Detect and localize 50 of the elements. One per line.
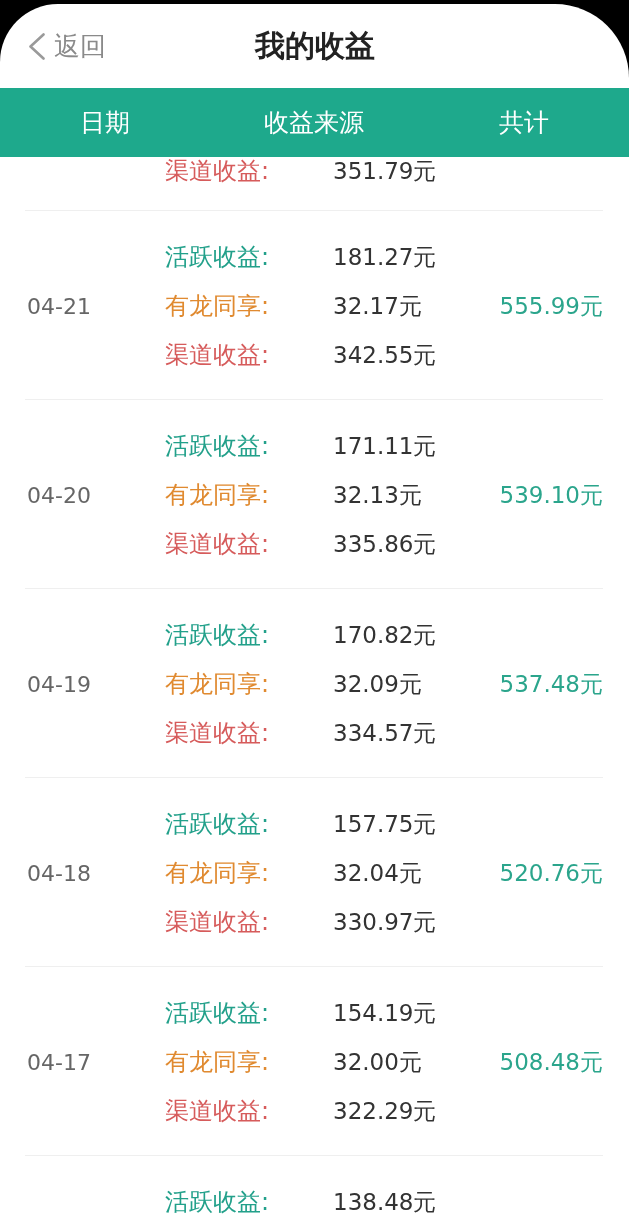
income-source-label: 活跃收益: [165, 1187, 270, 1216]
amount-value: 330.97元 [333, 907, 437, 937]
income-source-label: 有龙同享: [165, 858, 270, 887]
amount-value: 170.82元 [333, 620, 437, 650]
amount-value: 138.48元 [333, 1187, 437, 1217]
income-source-label: 活跃收益: [165, 998, 270, 1027]
amount-value: 335.86元 [333, 529, 437, 559]
amount-value: 154.19元 [333, 998, 437, 1028]
date-label: 04-19 [27, 671, 91, 697]
column-header: 共计 [499, 107, 550, 138]
amount-value: 171.11元 [333, 431, 437, 461]
date-label: 04-21 [27, 293, 91, 319]
total-amount: 539.10元 [499, 480, 603, 510]
income-source-label: 有龙同享: [165, 1047, 270, 1076]
income-source-label: 渠道收益: [165, 157, 270, 185]
amount-value: 32.00元 [333, 1047, 422, 1077]
income-source-label: 渠道收益: [165, 1096, 270, 1125]
amount-value: 334.57元 [333, 718, 437, 748]
amount-value: 32.17元 [333, 291, 422, 321]
total-amount: 520.76元 [499, 858, 603, 888]
date-label: 04-17 [27, 1049, 91, 1075]
page-title: 我的收益 [254, 28, 375, 64]
income-source-label: 有龙同享: [165, 291, 270, 320]
total-amount: 537.48元 [499, 669, 603, 699]
income-source-label: 活跃收益: [165, 242, 270, 271]
income-source-label: 渠道收益: [165, 529, 270, 558]
income-source-label: 有龙同享: [165, 480, 270, 509]
amount-value: 32.09元 [333, 669, 422, 699]
back-button[interactable]: 返回 [28, 28, 106, 64]
total-amount: 508.48元 [499, 1047, 603, 1077]
income-source-label: 有龙同享: [165, 669, 270, 698]
amount-value: 322.29元 [333, 1096, 437, 1126]
column-header: 日期 [79, 107, 130, 138]
total-amount: 555.99元 [499, 291, 603, 321]
income-source-label: 活跃收益: [165, 620, 270, 649]
chevron-left-icon [28, 32, 45, 60]
income-source-label: 渠道收益: [165, 718, 270, 747]
income-source-label: 渠道收益: [165, 907, 270, 936]
amount-value: 32.04元 [333, 858, 422, 888]
amount-value: 351.79元 [333, 157, 437, 186]
income-source-label: 活跃收益: [165, 809, 270, 838]
amount-value: 342.55元 [333, 340, 437, 370]
amount-value: 181.27元 [333, 242, 437, 272]
income-source-label: 活跃收益: [165, 431, 270, 460]
amount-value: 157.75元 [333, 809, 437, 839]
date-label: 04-18 [27, 860, 91, 886]
date-label: 04-20 [27, 482, 91, 508]
amount-value: 32.13元 [333, 480, 422, 510]
income-source-label: 渠道收益: [165, 340, 270, 369]
column-header: 收益来源 [264, 107, 365, 138]
